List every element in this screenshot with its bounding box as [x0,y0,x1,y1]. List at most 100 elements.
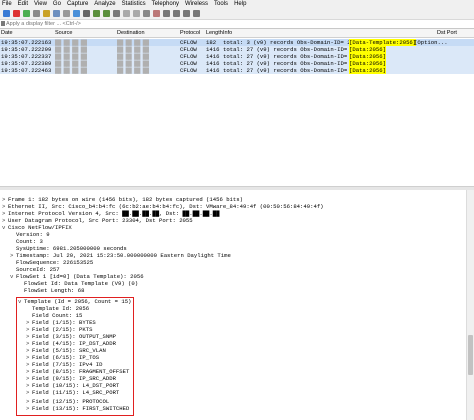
packet-date: 19:35:07.222337 [1,53,52,60]
reload-icon[interactable] [73,10,80,17]
resize-columns-icon[interactable] [193,10,200,17]
tree-item-field[interactable]: > Field (3/15): OUTPUT_SNMP [26,333,116,340]
zoom-in-icon[interactable] [163,10,170,17]
shark-fin-start-icon[interactable] [3,10,10,17]
packet-protocol: CFLOW [180,60,197,67]
menu-analyze[interactable]: Analyze [94,0,115,8]
tree-item-field[interactable]: > Field (12/15): PROTOCOL [26,398,109,405]
menu-help[interactable]: Help [234,0,246,8]
packet-row[interactable]: 19:35:07.222163 ██ ██ ██ ██ ██ ██ ██ ██ … [0,39,474,46]
colorize-icon[interactable] [153,10,160,17]
menu-edit[interactable]: Edit [18,0,28,8]
tree-item-field[interactable]: > Field (4/15): IP_DST_ADDR [26,340,116,347]
main-toolbar [0,8,474,20]
tree-item-timestamp[interactable]: > Timestamp: Jul 20, 2021 15:23:50.000000… [10,252,231,259]
packet-destination: ██ ██ ██ ██ [117,39,149,46]
tree-item-ethernet[interactable]: > Ethernet II, Src: Cisco_b4:b4:fc (6c:b2… [2,203,324,210]
go-back-icon[interactable] [93,10,100,17]
tree-item-field[interactable]: > Field (8/15): FRAGMENT_OFFSET [26,368,129,375]
display-filter-input[interactable] [6,20,446,27]
capture-options-icon[interactable] [33,10,40,17]
search-icon[interactable] [83,10,90,17]
display-filter-bar [0,20,474,29]
tree-item-field[interactable]: > Field (6/15): IP_TOS [26,354,99,361]
tree-item-count[interactable]: Count: 3 [10,238,43,245]
packet-source: ██ ██ ██ ██ [55,46,87,53]
packet-destination: ██ ██ ██ ██ [117,46,149,53]
menu-view[interactable]: View [34,0,47,8]
column-source[interactable]: Source [55,30,72,36]
packet-destination: ██ ██ ██ ██ [117,53,149,60]
menu-go[interactable]: Go [53,0,61,8]
go-to-packet-icon[interactable] [113,10,120,17]
packet-source: ██ ██ ██ ██ [55,39,87,46]
packet-length: 1416 [206,53,220,60]
go-forward-icon[interactable] [103,10,110,17]
packet-info-tag: [Data:2056] [349,46,386,53]
packet-protocol: CFLOW [180,46,197,53]
packet-row[interactable]: 19:35:07.222337 ██ ██ ██ ██ ██ ██ ██ ██ … [0,53,474,60]
column-date[interactable]: Date [1,30,13,36]
tree-item-field[interactable]: > Field (11/15): L4_SRC_PORT [26,389,119,396]
tree-item-template[interactable]: v Template (Id = 2056, Count = 15) [18,298,131,305]
open-file-icon[interactable] [43,10,50,17]
menu-capture[interactable]: Capture [67,0,88,8]
packet-source: ██ ██ ██ ██ [55,60,87,67]
tree-item-flowset-length[interactable]: FlowSet Length: 68 [18,287,84,294]
tree-item-field[interactable]: > Field (7/15): IPv4 ID [26,361,103,368]
tree-item-field[interactable]: > Field (13/15): FIRST_SWITCHED [26,405,129,412]
autoscroll-icon[interactable] [143,10,150,17]
bookmark-icon[interactable] [1,21,5,26]
column-length[interactable]: Length [206,30,223,36]
tree-item-flowset[interactable]: v FlowSet 1 [id=0] (Data Template): 2056 [10,273,144,280]
tree-item-version[interactable]: Version: 9 [10,231,50,238]
tree-item-flowsequence[interactable]: FlowSequence: 226153525 [10,259,93,266]
packet-list-header: Date Source Destination Protocol Length … [0,29,474,38]
packet-info-tag: [Data:2056] [349,60,386,67]
packet-row[interactable]: 19:35:07.222299 ██ ██ ██ ██ ██ ██ ██ ██ … [0,46,474,53]
menu-wireless[interactable]: Wireless [185,0,208,8]
packet-row[interactable]: 19:35:07.222463 ██ ██ ██ ██ ██ ██ ██ ██ … [0,67,474,74]
column-destination[interactable]: Destination [117,30,145,36]
menu-tools[interactable]: Tools [214,0,228,8]
tree-item-field[interactable]: > Field (9/15): IP_SRC_ADDR [26,375,116,382]
close-file-icon[interactable] [63,10,70,17]
packet-date: 19:35:07.222463 [1,67,52,74]
tree-item-field-count[interactable]: Field Count: 15 [26,312,82,319]
packet-info: total: 27 (v9) records Obs-Domain-ID= 25… [223,46,361,53]
tree-item-field[interactable]: > Field (5/15): SRC_VLAN [26,347,106,354]
last-packet-icon[interactable] [133,10,140,17]
packet-info: total: 27 (v9) records Obs-Domain-ID= 25… [223,53,361,60]
tree-item-flowset-id[interactable]: FlowSet Id: Data Template (V9) (0) [18,280,138,287]
save-file-icon[interactable] [53,10,60,17]
tree-item-field[interactable]: > Field (2/15): PKTS [26,326,92,333]
zoom-out-icon[interactable] [173,10,180,17]
column-dst-port[interactable]: Dst Port [437,30,457,36]
tree-item-field[interactable]: > Field (1/15): BYTES [26,319,96,326]
column-protocol[interactable]: Protocol [180,30,200,36]
packet-protocol: CFLOW [180,39,197,46]
scrollbar-thumb[interactable] [468,335,473,375]
tree-item-template-id[interactable]: Template Id: 2056 [26,305,89,312]
details-scrollbar[interactable] [466,190,474,420]
menu-statistics[interactable]: Statistics [122,0,146,8]
column-info[interactable]: Info [223,30,232,36]
normal-size-icon[interactable] [183,10,190,17]
menu-telephony[interactable]: Telephony [152,0,179,8]
restart-capture-icon[interactable] [23,10,30,17]
menu-file[interactable]: File [2,0,12,8]
tree-item-netflow[interactable]: v Cisco NetFlow/IPFIX [2,224,72,231]
menu-bar: File Edit View Go Capture Analyze Statis… [0,0,474,8]
tree-item-udp[interactable]: > User Datagram Protocol, Src Port: 23304… [2,217,193,224]
packet-length: 1416 [206,60,220,67]
packet-row[interactable]: 19:35:07.222389 ██ ██ ██ ██ ██ ██ ██ ██ … [0,60,474,67]
tree-item-ipv4[interactable]: > Internet Protocol Version 4, Src: ██.██… [2,210,219,217]
tree-item-field[interactable]: > Field (10/15): L4_DST_PORT [26,382,119,389]
packet-date: 19:35:07.222163 [1,39,52,46]
first-packet-icon[interactable] [123,10,130,17]
tree-item-frame[interactable]: > Frame 1: 182 bytes on wire (1456 bits),… [2,196,243,203]
tree-item-sysuptime[interactable]: SysUptime: 6981.205000000 seconds [10,245,127,252]
tree-item-sourceid[interactable]: SourceId: 257 [10,266,60,273]
packet-length: 182 [206,39,217,46]
stop-capture-icon[interactable] [13,10,20,17]
